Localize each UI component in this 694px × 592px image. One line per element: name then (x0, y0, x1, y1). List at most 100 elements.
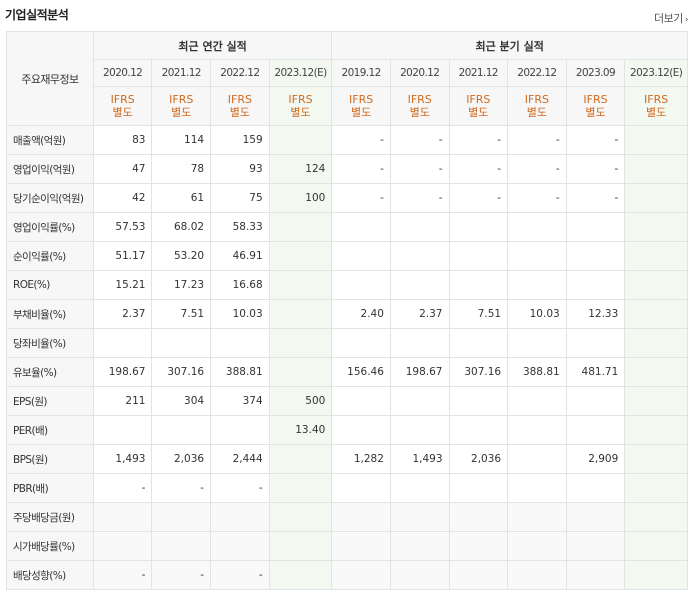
table-cell: - (331, 154, 391, 184)
table-cell (624, 415, 688, 445)
table-cell (268, 531, 333, 561)
table-cell (448, 270, 509, 300)
table-cell (624, 531, 688, 561)
table-row: PER(배) 13.40 (6, 415, 688, 445)
table-row: 당좌비율(%) (6, 328, 688, 358)
financial-analysis-panel: 기업실적분석 더보기 › 주요재무정보 최근 연간 실적 최근 분기 실적 202… (0, 0, 694, 592)
table-cell (624, 386, 688, 416)
table-cell (268, 125, 333, 155)
row-label: 주당배당금(원) (6, 502, 94, 532)
table-cell: - (331, 125, 391, 155)
column-header-label: 주요재무정보 (6, 31, 94, 126)
year-header: 2020.12 (389, 59, 450, 87)
table-cell (92, 502, 153, 532)
table-cell: 12.33 (565, 299, 626, 329)
ifrs-header: IFRS 별도 (268, 86, 333, 126)
year-header: 2021.12 (151, 59, 212, 87)
ifrs-line2: 별도 (468, 106, 489, 119)
table-row: 영업이익률(%) 57.53 68.02 58.33 (6, 212, 688, 242)
more-link[interactable]: 더보기 › (654, 10, 689, 26)
table-cell (268, 444, 333, 474)
ifrs-header: IFRS 별도 (507, 86, 567, 126)
ifrs-line2: 별도 (585, 106, 606, 119)
group-header-annual: 최근 연간 실적 (92, 31, 333, 60)
table-cell (565, 473, 626, 503)
row-label: 당기순이익(억원) (6, 183, 94, 213)
table-cell: 2,444 (210, 444, 270, 474)
table-cell (624, 560, 688, 590)
table-cell (331, 560, 391, 590)
table-cell: 7.51 (151, 299, 212, 329)
ifrs-line1: IFRS (169, 93, 194, 106)
table-cell (565, 212, 626, 242)
table-cell: 481.71 (565, 357, 626, 387)
table-cell: 16.68 (210, 270, 270, 300)
table-cell (92, 328, 153, 358)
table-cell: 114 (151, 125, 212, 155)
table-cell: 2.40 (331, 299, 391, 329)
table-cell (151, 415, 212, 445)
table-cell: - (389, 125, 450, 155)
table-cell: 75 (210, 183, 270, 213)
table-cell (331, 502, 391, 532)
table-cell: 2,036 (448, 444, 509, 474)
table-cell (624, 328, 688, 358)
row-label: 당좌비율(%) (6, 328, 94, 358)
row-label: 순이익률(%) (6, 241, 94, 271)
table-cell: 1,493 (92, 444, 153, 474)
ifrs-line2: 별도 (526, 106, 548, 119)
financial-table: 주요재무정보 최근 연간 실적 최근 분기 실적 2020.12 2021.12 2… (6, 31, 688, 590)
row-label: 영업이익률(%) (6, 212, 94, 242)
table-cell: 307.16 (448, 357, 509, 387)
row-label: ROE(%) (6, 270, 94, 300)
table-cell: - (92, 560, 153, 590)
table-cell (331, 386, 391, 416)
table-cell (448, 386, 509, 416)
table-cell (331, 212, 391, 242)
table-cell (389, 473, 450, 503)
table-cell: - (210, 473, 270, 503)
table-cell (624, 502, 688, 532)
ifrs-line2: 별도 (409, 106, 430, 119)
table-cell: - (389, 154, 450, 184)
table-cell: 2.37 (92, 299, 153, 329)
table-cell (565, 502, 626, 532)
ifrs-header: IFRS 별도 (389, 86, 450, 126)
table-cell: 124 (268, 154, 333, 184)
table-cell: 1,282 (331, 444, 391, 474)
row-label: 매출액(억원) (6, 125, 94, 155)
row-label: PER(배) (6, 415, 94, 445)
table-cell (507, 212, 567, 242)
table-cell: 83 (92, 125, 153, 155)
table-cell (389, 560, 450, 590)
table-cell: - (565, 154, 626, 184)
table-cell (389, 502, 450, 532)
table-cell: 68.02 (151, 212, 212, 242)
table-cell: - (448, 154, 509, 184)
table-cell (268, 473, 333, 503)
row-label: BPS(원) (6, 444, 94, 474)
year-header: 2023.09 (565, 59, 626, 87)
table-cell (448, 212, 509, 242)
table-cell (507, 386, 567, 416)
table-cell: 156.46 (331, 357, 391, 387)
table-cell: 15.21 (92, 270, 153, 300)
table-cell (389, 531, 450, 561)
table-row: 영업이익(억원) 47 78 93 124- - - - - (6, 154, 688, 184)
year-header: 2021.12 (448, 59, 509, 87)
table-row: EPS(원) 211 304 374 500 (6, 386, 688, 416)
table-body: 매출액(억원) 83 114 159- - - - - 영업이익(억원) 47 78 93 124- - -… (6, 125, 688, 590)
table-cell: 13.40 (268, 415, 333, 445)
table-cell: 198.67 (389, 357, 450, 387)
table-cell (210, 531, 270, 561)
table-cell (565, 415, 626, 445)
table-cell: 2,036 (151, 444, 212, 474)
table-row: 주당배당금(원) (6, 502, 688, 532)
table-cell (331, 270, 391, 300)
table-cell: 159 (210, 125, 270, 155)
table-cell: 2.37 (389, 299, 450, 329)
table-cell: 374 (210, 386, 270, 416)
table-cell: 17.23 (151, 270, 212, 300)
table-cell (624, 125, 688, 155)
ifrs-header: IFRS 별도 (151, 86, 212, 126)
